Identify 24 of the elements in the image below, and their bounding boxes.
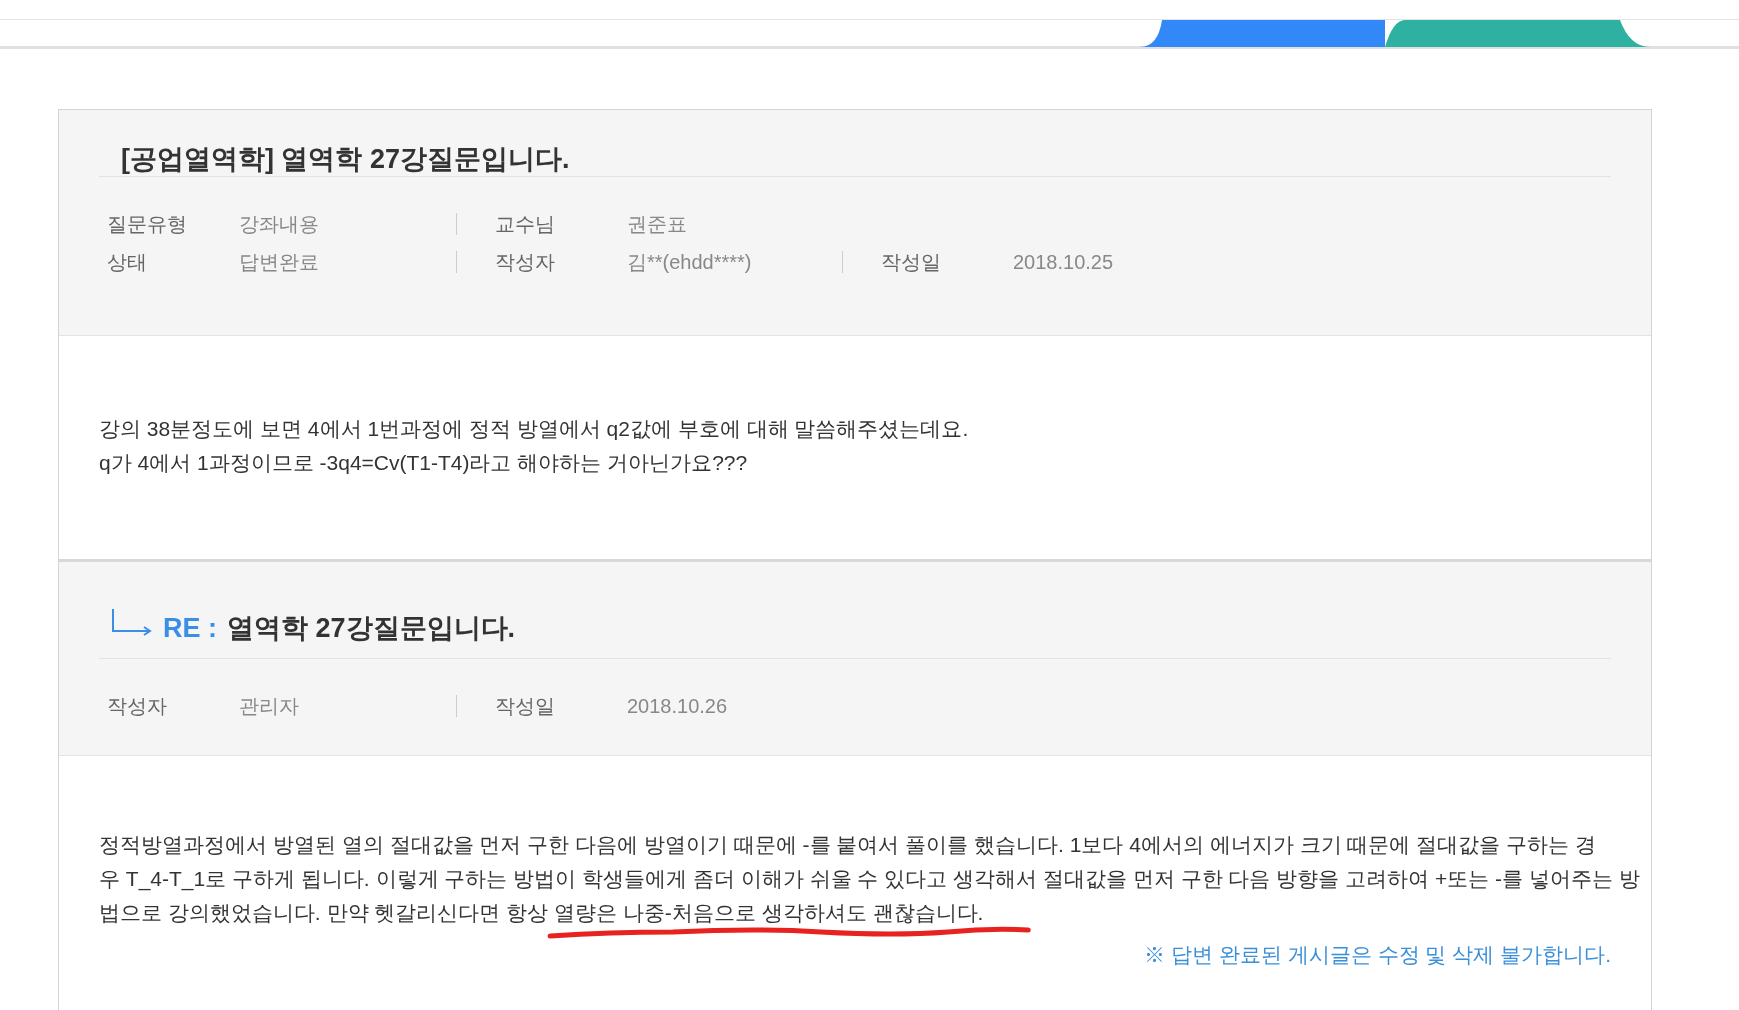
meta-label: 작성자 <box>495 250 556 274</box>
meta-value: 관리자 <box>239 694 299 718</box>
reply-label: RE : <box>163 612 217 644</box>
meta-value: 2018.10.26 <box>627 694 728 718</box>
reply-arrow-icon <box>111 609 153 637</box>
meta-value: 권준표 <box>627 212 687 236</box>
meta-label: 작성자 <box>107 694 168 718</box>
post-title: [공업열역학] 열역학 27강질문입니다. <box>121 144 570 174</box>
meta-value: 답변완료 <box>239 250 319 274</box>
notice-text: ※ 답변 완료된 게시글은 수정 및 삭제 불가합니다. <box>1144 942 1611 968</box>
question-text: 강의 38분정도에 보면 4에서 1번과정에 정적 방열에서 q2값에 부호에 대해 말씀해주셨는데요. <box>99 416 969 442</box>
question-text: q가 4에서 1과정이므로 -3q4=Cv(T1-T4)라고 해야하는 거아닌가요??? <box>99 450 748 476</box>
meta-value: 2018.10.25 <box>1013 250 1114 274</box>
answer-text: 정적방열과정에서 방열된 열의 절대값을 먼저 구한 다음에 방열이기 때문에 -를 붙여서 풀이를 했습니다. 1보다 4에서의 에너지가 크기 때문에 절대값을 구하는 경 <box>99 832 1596 858</box>
answer-text: 법으로 강의했었습니다. 만약 헷갈리신다면 항상 열량은 나중-처음으로 생각하셔도 괜찮습니다. <box>99 896 984 930</box>
meta-value: 강좌내용 <box>239 212 319 236</box>
meta-label: 교수님 <box>495 212 556 236</box>
meta-label: 상태 <box>107 250 148 274</box>
meta-value: 김**(ehdd****) <box>627 250 752 274</box>
answer-text: 우 T_4-T_1로 구하게 됩니다. 이렇게 구하는 방법이 학생들에게 좀더 이해가 쉬울 수 있다고 생각해서 절대값을 먼저 구한 다음 방향을 고려하여 +또는 -를 넣어주는 방 <box>99 866 1640 893</box>
meta-label: 작성일 <box>495 694 556 718</box>
post-title: 열역학 27강질문입니다. <box>227 612 516 645</box>
meta-label: 작성일 <box>881 250 942 274</box>
meta-label: 질문유형 <box>107 212 188 236</box>
